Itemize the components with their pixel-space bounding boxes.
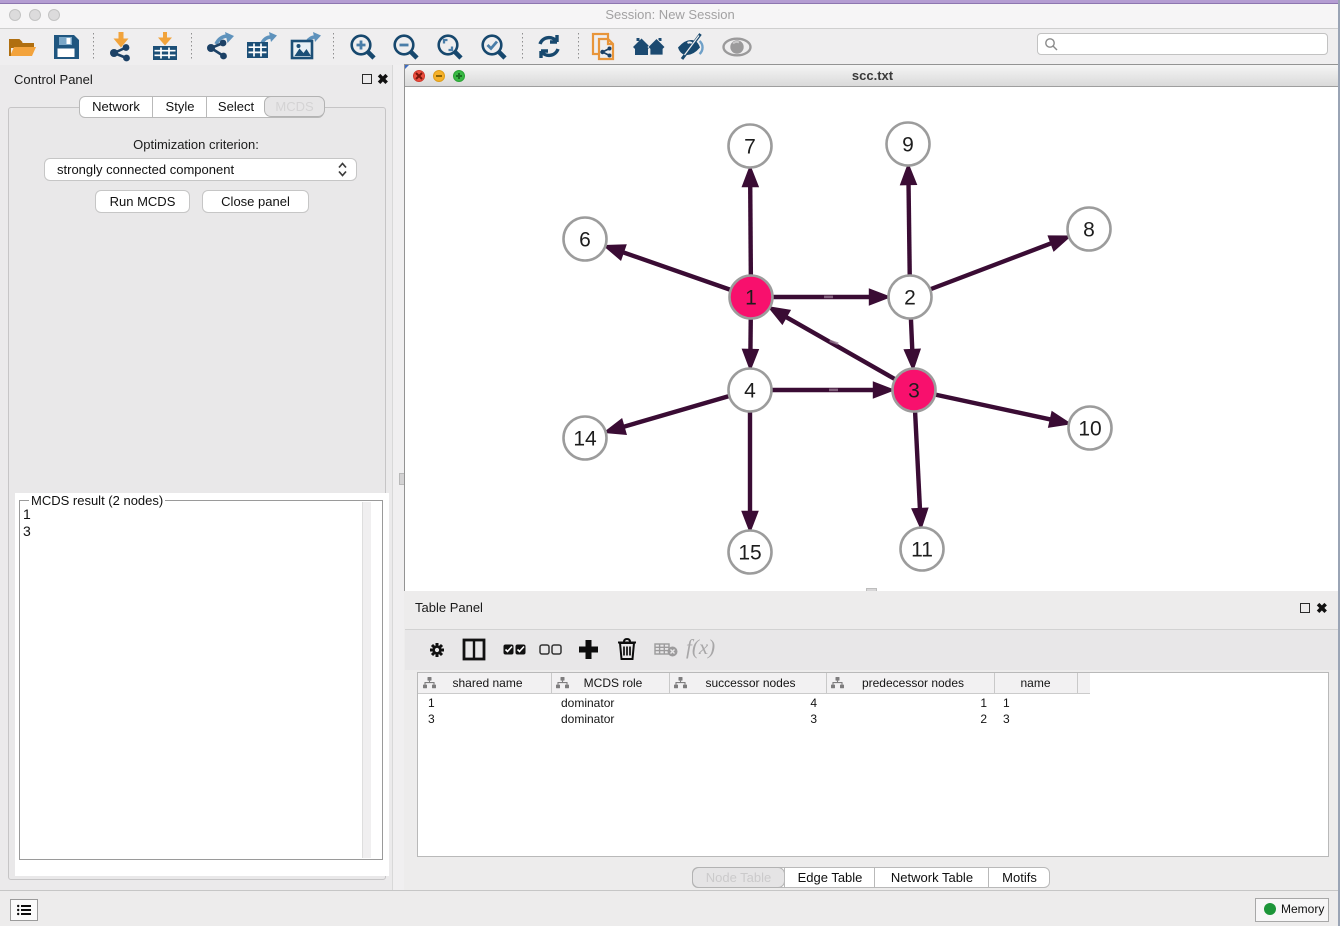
svg-text:2: 2 [904, 287, 916, 310]
svg-text:11: 11 [911, 539, 933, 562]
svg-text:6: 6 [579, 229, 591, 252]
svg-text:8: 8 [1083, 219, 1095, 242]
svg-text:14: 14 [573, 428, 597, 451]
svg-text:1: 1 [745, 287, 757, 310]
svg-text:15: 15 [738, 542, 761, 565]
svg-text:10: 10 [1078, 418, 1101, 441]
svg-text:4: 4 [744, 380, 756, 403]
svg-text:9: 9 [902, 134, 914, 157]
svg-text:3: 3 [908, 380, 920, 403]
svg-text:7: 7 [744, 136, 756, 159]
